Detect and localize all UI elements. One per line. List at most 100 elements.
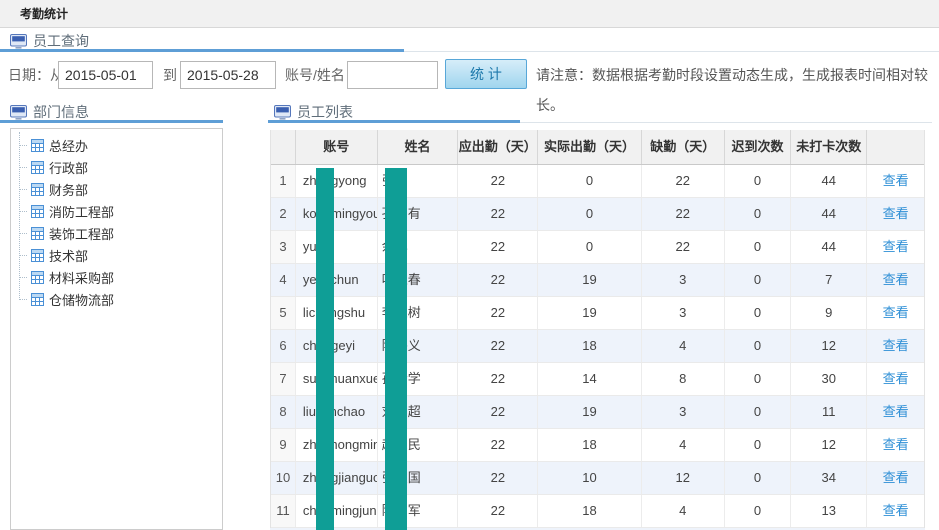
table-icon — [31, 183, 44, 196]
actual-cell: 14 — [538, 363, 642, 395]
department-section-underline — [0, 120, 223, 123]
num-cell: 2 — [271, 198, 296, 230]
actual-cell: 0 — [538, 198, 642, 230]
table-row: 1zhangyong张勇22022044查看 — [271, 165, 924, 198]
department-tree-item[interactable]: 技术部 — [0, 244, 223, 266]
view-cell: 查看 — [867, 429, 924, 461]
table-icon — [31, 271, 44, 284]
num-cell: 3 — [271, 231, 296, 263]
absent-cell: 3 — [642, 396, 725, 428]
late-cell: 0 — [725, 165, 792, 197]
view-link[interactable]: 查看 — [883, 338, 909, 353]
department-label: 装饰工程部 — [49, 224, 114, 243]
view-link[interactable]: 查看 — [883, 371, 909, 386]
late-cell: 0 — [725, 330, 792, 362]
view-link[interactable]: 查看 — [883, 470, 909, 485]
view-link[interactable]: 查看 — [883, 437, 909, 452]
department-tree-item[interactable]: 材料采购部 — [0, 266, 223, 288]
actual-cell: 19 — [538, 297, 642, 329]
actual-cell: 0 — [538, 231, 642, 263]
tree-connector — [19, 211, 27, 212]
department-tree-item[interactable]: 行政部 — [0, 156, 223, 178]
department-tree: 总经办行政部财务部消防工程部装饰工程部技术部材料采购部仓储物流部 — [0, 134, 223, 310]
due-cell: 22 — [458, 231, 538, 263]
view-cell: 查看 — [867, 297, 924, 329]
query-section-title: 员工查询 — [33, 31, 89, 51]
account-name-input[interactable] — [347, 61, 438, 89]
account-cell: zhazhongmin — [296, 429, 378, 461]
due-cell: 22 — [458, 198, 538, 230]
table-row: 2kongmingyou孔明有22022044查看 — [271, 198, 924, 231]
missed-cell: 30 — [791, 363, 867, 395]
statistics-button[interactable]: 统 计 — [445, 59, 527, 89]
department-section-header: 部门信息 — [6, 103, 89, 121]
page-title: 考勤统计 — [20, 0, 68, 28]
department-tree-item[interactable]: 消防工程部 — [0, 200, 223, 222]
view-link[interactable]: 查看 — [883, 239, 909, 254]
table-row: 10zhangjianguo张建国221012034查看 — [271, 462, 924, 495]
column-header: 缺勤（天） — [642, 130, 725, 164]
num-cell: 4 — [271, 264, 296, 296]
table-row: 6chengeyi陈格义22184012查看 — [271, 330, 924, 363]
view-link[interactable]: 查看 — [883, 503, 909, 518]
late-cell: 0 — [725, 198, 792, 230]
tree-connector — [19, 167, 27, 168]
late-cell: 0 — [725, 462, 792, 494]
view-cell: 查看 — [867, 363, 924, 395]
absent-cell: 4 — [642, 330, 725, 362]
missed-cell: 11 — [791, 396, 867, 428]
account-cell: yeyachun — [296, 264, 378, 296]
actual-cell: 0 — [538, 165, 642, 197]
table-icon — [31, 161, 44, 174]
department-label: 总经办 — [49, 136, 88, 155]
column-header — [271, 130, 296, 164]
column-header: 应出勤（天） — [458, 130, 538, 164]
num-cell: 1 — [271, 165, 296, 197]
view-cell: 查看 — [867, 495, 924, 527]
column-header: 账号 — [296, 130, 378, 164]
department-tree-item[interactable]: 装饰工程部 — [0, 222, 223, 244]
table-row: 7sunchuanxue孙传学22148030查看 — [271, 363, 924, 396]
actual-cell: 18 — [538, 330, 642, 362]
account-cell: lichangshu — [296, 297, 378, 329]
tree-connector — [19, 233, 27, 234]
view-link[interactable]: 查看 — [883, 173, 909, 188]
department-tree-item[interactable]: 仓储物流部 — [0, 288, 223, 310]
tree-connector — [19, 277, 27, 278]
employee-list-underline — [268, 120, 520, 123]
view-link[interactable]: 查看 — [883, 206, 909, 221]
department-tree-item[interactable]: 财务部 — [0, 178, 223, 200]
account-name-label: 账号/姓名 — [285, 60, 345, 90]
missed-cell: 44 — [791, 198, 867, 230]
num-cell: 6 — [271, 330, 296, 362]
query-section-underline — [0, 49, 404, 52]
table-header-row: 账号姓名应出勤（天）实际出勤（天）缺勤（天）迟到次数未打卡次数 — [271, 130, 924, 165]
account-cell: chenmingjun — [296, 495, 378, 527]
absent-cell: 22 — [642, 165, 725, 197]
date-from-input[interactable] — [58, 61, 153, 89]
due-cell: 22 — [458, 165, 538, 197]
absent-cell: 3 — [642, 264, 725, 296]
table-row: 9zhazhongmin赵忠民22184012查看 — [271, 429, 924, 462]
department-tree-item[interactable]: 总经办 — [0, 134, 223, 156]
employee-list-section-header: 员工列表 — [270, 103, 353, 121]
view-link[interactable]: 查看 — [883, 305, 909, 320]
actual-cell: 18 — [538, 495, 642, 527]
view-link[interactable]: 查看 — [883, 272, 909, 287]
num-cell: 7 — [271, 363, 296, 395]
due-cell: 22 — [458, 396, 538, 428]
due-cell: 22 — [458, 429, 538, 461]
date-to-input[interactable] — [180, 61, 276, 89]
tree-connector — [19, 145, 27, 146]
view-cell: 查看 — [867, 231, 924, 263]
view-link[interactable]: 查看 — [883, 404, 909, 419]
table-icon — [31, 249, 44, 262]
monitor-icon — [10, 34, 27, 49]
monitor-icon — [274, 105, 291, 120]
account-cell: sunchuanxue — [296, 363, 378, 395]
due-cell: 22 — [458, 264, 538, 296]
department-label: 消防工程部 — [49, 202, 114, 221]
missed-cell: 7 — [791, 264, 867, 296]
table-icon — [31, 227, 44, 240]
view-cell: 查看 — [867, 396, 924, 428]
